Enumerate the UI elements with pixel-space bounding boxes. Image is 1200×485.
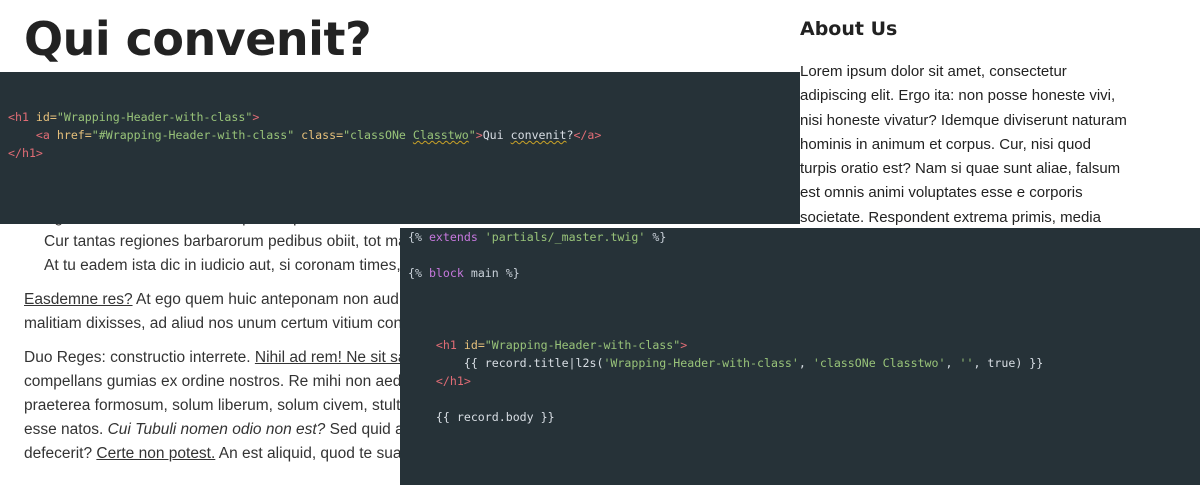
code-line: {{ record.title|l2s('Wrapping-Header-wit… bbox=[463, 356, 1044, 370]
page-title: Qui convenit? bbox=[24, 12, 372, 66]
nihil-ad-rem-link[interactable]: Nihil ad rem! Ne sit sa bbox=[255, 349, 407, 366]
paragraph-text: Duo Reges: constructio interrete. bbox=[24, 349, 255, 366]
sidebar-line: turpis oratio est? Nam si quae sunt alia… bbox=[800, 160, 1121, 178]
article-body: Age nunc isti doceant, vel tu potius qui… bbox=[24, 206, 464, 466]
html-code-panel[interactable]: <h1 id="Wrapping-Header-with-class"> <a … bbox=[0, 72, 800, 224]
sidebar-line: Lorem ipsum dolor sit amet, consectetur bbox=[800, 63, 1067, 80]
paragraph-text: compellans gumias ex ordine nostros. Re … bbox=[24, 373, 402, 390]
paragraph-text: malitiam dixisses, ad aliud nos unum cer… bbox=[24, 315, 403, 332]
code-line: <h1 id="Wrapping-Header-with-class"> bbox=[435, 338, 688, 352]
paragraph-text: esse natos. bbox=[24, 421, 108, 438]
sidebar-line: adipiscing elit. Ergo ita: non posse hon… bbox=[800, 87, 1116, 105]
code-line: </h1> bbox=[435, 374, 471, 388]
code-line: <a href="#Wrapping-Header-with-class" cl… bbox=[35, 128, 602, 142]
sidebar-text: Lorem ipsum dolor sit amet, consectetur … bbox=[800, 60, 1160, 230]
paragraph-text: praeterea formosum, solum liberum, solum… bbox=[24, 397, 401, 414]
twig-code-panel[interactable]: {% extends 'partials/_master.twig' %} {%… bbox=[400, 228, 1200, 485]
paragraph-text: At ego quem huic anteponam non aud bbox=[132, 291, 399, 308]
paragraph-text: An est aliquid, quod te sua bbox=[215, 445, 402, 462]
sidebar-line: hominis in animum et corpus. Cur, nisi q… bbox=[800, 135, 1091, 153]
code-line: <h1 id="Wrapping-Header-with-class"> bbox=[8, 110, 260, 124]
code-line: {{ record.body }} bbox=[435, 410, 555, 424]
sidebar-line: est omnis animi voluptates esse e corpor… bbox=[800, 184, 1083, 202]
emphasis-text: Cui Tubuli nomen odio non est? bbox=[107, 421, 326, 438]
sidebar: About Us Lorem ipsum dolor sit amet, con… bbox=[800, 18, 1160, 230]
code-line: </h1> bbox=[8, 146, 43, 160]
paragraph-1: Easdemne res? At ego quem huic anteponam… bbox=[24, 288, 464, 336]
page: Qui convenit? Age nunc isti doceant, vel… bbox=[0, 0, 1200, 485]
paragraph-2: Duo Reges: constructio interrete. Nihil … bbox=[24, 346, 464, 466]
certe-non-potest-link[interactable]: Certe non potest. bbox=[96, 445, 215, 462]
sidebar-heading: About Us bbox=[800, 18, 898, 40]
paragraph-text: defecerit? bbox=[24, 445, 97, 462]
code-line: {% extends 'partials/_master.twig' %} bbox=[408, 230, 667, 244]
code-line: {% block main %} bbox=[408, 266, 520, 280]
sidebar-line: societate. Respondent extrema primis, me… bbox=[800, 208, 1101, 226]
paragraph-text: Sed quid a bbox=[325, 421, 404, 438]
easdemne-res-link[interactable]: Easdemne res? bbox=[24, 291, 133, 308]
sidebar-line: nisi honeste vivatur? Idemque diviserunt… bbox=[800, 111, 1127, 129]
